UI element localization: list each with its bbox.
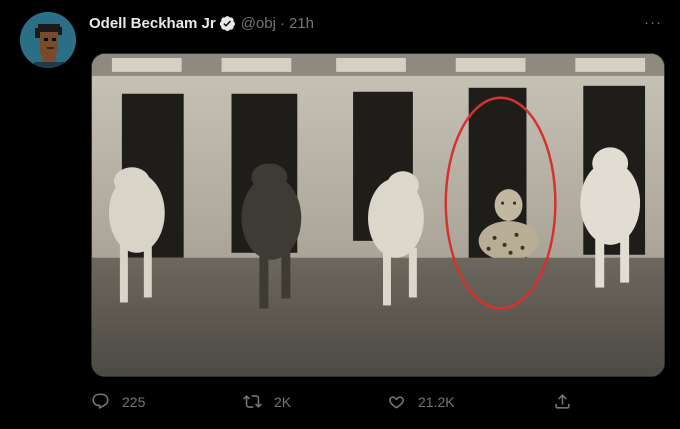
tweet-actions: 225 2K 21.2K (91, 392, 671, 414)
race-photo (92, 54, 664, 376)
separator-dot: · (279, 14, 285, 32)
avatar-image (20, 12, 76, 68)
share-button[interactable] (553, 392, 584, 411)
like-count: 21.2K (418, 393, 455, 410)
heart-icon (389, 396, 404, 409)
author-name[interactable]: Odell Beckham Jr (89, 15, 216, 32)
more-options-icon[interactable]: ··· (644, 14, 662, 31)
retweet-count: 2K (274, 393, 292, 410)
timestamp[interactable]: 21h (289, 15, 314, 32)
reply-icon (92, 393, 109, 410)
retweet-button[interactable]: 2K (243, 392, 291, 411)
verified-badge-icon (219, 15, 235, 31)
like-button[interactable]: 21.2K (387, 392, 455, 411)
retweet-icon (243, 395, 262, 408)
share-icon (555, 394, 570, 409)
reply-button[interactable]: 225 (91, 392, 145, 411)
reply-count: 225 (122, 393, 146, 410)
avatar[interactable] (20, 12, 76, 68)
tweet[interactable]: Odell Beckham Jr @obj · 21h ··· 225 2K 2… (0, 0, 680, 429)
tweet-header: Odell Beckham Jr @obj · 21h (89, 13, 314, 33)
author-handle[interactable]: @obj (241, 15, 276, 32)
tweet-photo[interactable] (91, 53, 665, 377)
